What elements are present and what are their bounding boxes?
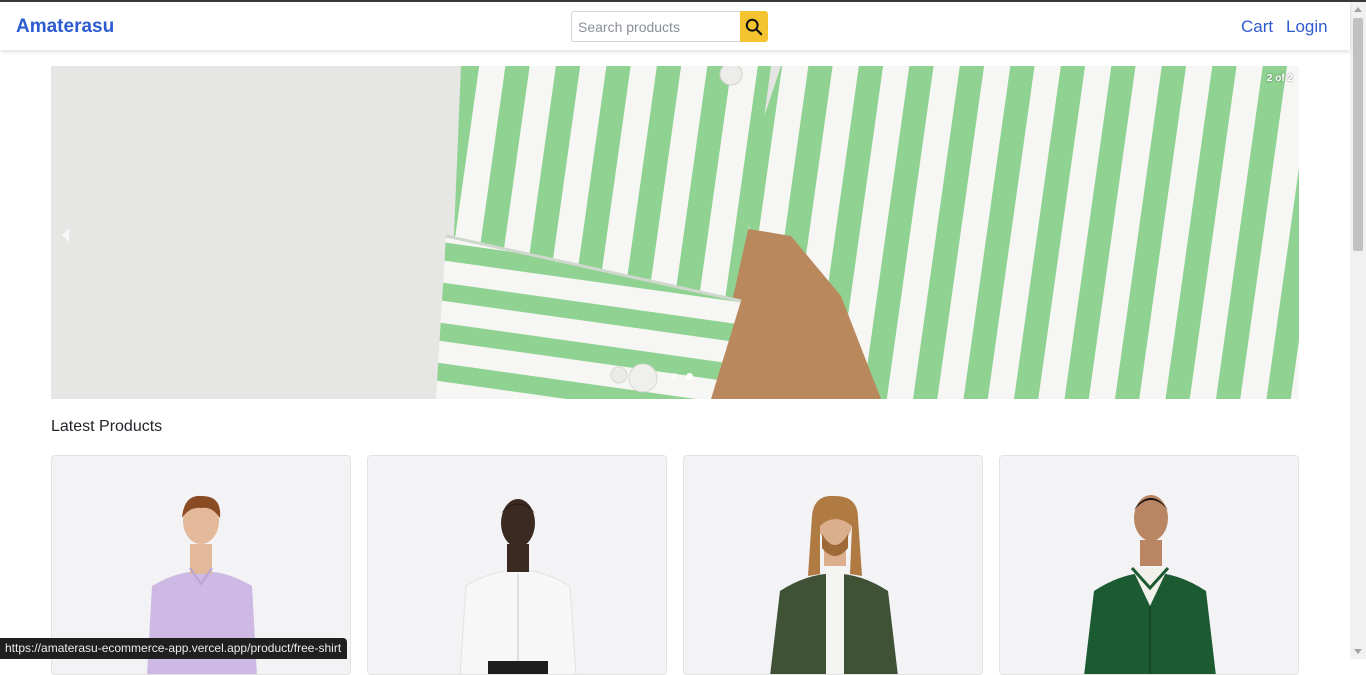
slide-counter: 2 of 2	[1266, 73, 1293, 84]
latest-products-heading: Latest Products	[51, 418, 163, 435]
search-form	[571, 11, 768, 42]
carousel-indicators	[671, 373, 693, 380]
nav-cart-link[interactable]: Cart	[1241, 17, 1273, 37]
brand-logo[interactable]: Amaterasu	[16, 16, 114, 38]
carousel-dot-2[interactable]	[686, 373, 693, 380]
product-image-3	[684, 456, 982, 674]
carousel-dot-1[interactable]	[671, 373, 678, 380]
search-icon	[745, 18, 763, 35]
carousel-slide-image	[51, 66, 1299, 399]
product-card-4[interactable]	[999, 455, 1299, 675]
nav-login-link[interactable]: Login	[1286, 17, 1328, 37]
hero-carousel[interactable]: 2 of 2	[51, 66, 1299, 399]
navbar: Amaterasu Cart Login	[0, 2, 1350, 50]
search-button[interactable]	[740, 11, 768, 42]
product-image-4	[1000, 456, 1298, 674]
product-card-3[interactable]	[683, 455, 983, 675]
search-input[interactable]	[571, 11, 740, 42]
product-image-2	[368, 456, 666, 674]
product-card-2[interactable]	[367, 455, 667, 675]
scroll-up-arrow[interactable]	[1354, 7, 1362, 12]
scrollbar-thumb[interactable]	[1353, 18, 1363, 251]
page-scrollbar[interactable]	[1350, 2, 1366, 659]
status-bar-url: https://amaterasu-ecommerce-app.vercel.a…	[0, 638, 348, 659]
carousel-prev-arrow[interactable]	[59, 224, 73, 246]
scroll-down-arrow[interactable]	[1354, 649, 1362, 654]
